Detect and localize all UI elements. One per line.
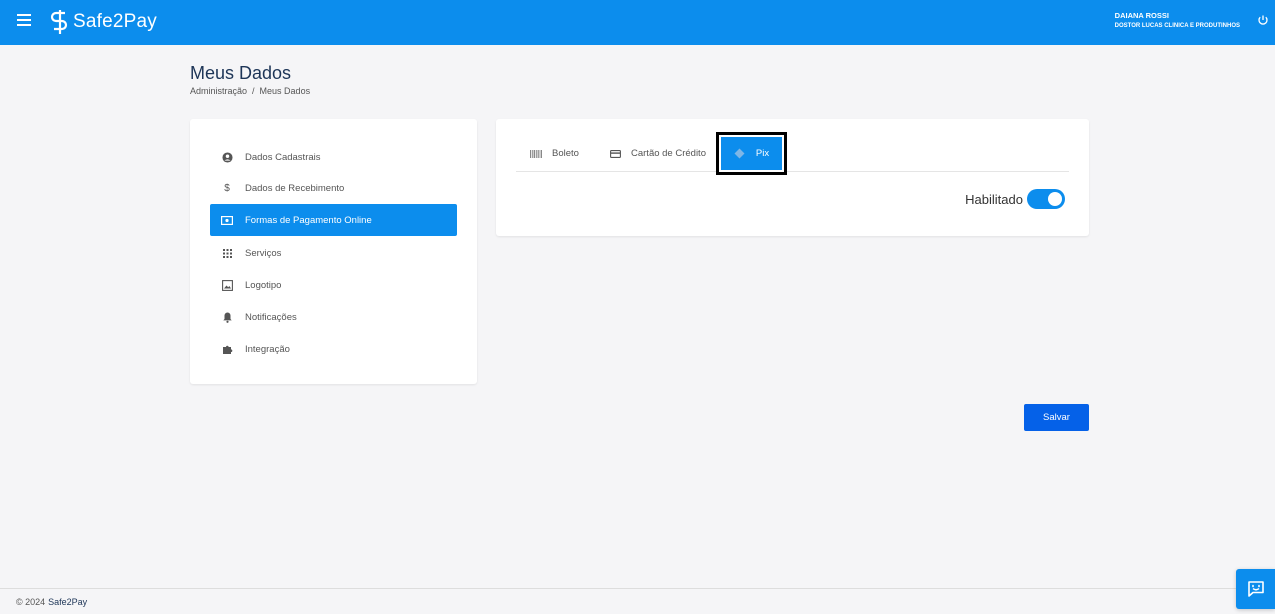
save-button[interactable]: Salvar bbox=[1024, 404, 1089, 431]
money-icon bbox=[220, 213, 234, 227]
tab-label: Pix bbox=[755, 148, 770, 159]
pix-enabled-toggle-group: Habilitado bbox=[965, 189, 1065, 209]
footer-brand: Safe2Pay bbox=[48, 596, 88, 607]
brand-logo[interactable]: Safe2Pay bbox=[49, 9, 157, 35]
barcode-icon bbox=[530, 148, 542, 160]
account-circle-icon bbox=[220, 150, 234, 164]
bell-icon bbox=[220, 310, 234, 324]
tab-pix[interactable]: Pix bbox=[716, 132, 787, 175]
hamburger-menu-icon[interactable] bbox=[17, 14, 31, 28]
safe2pay-logo-icon bbox=[50, 10, 68, 34]
credit-card-icon bbox=[609, 148, 621, 160]
sidebar-item-label: Logotipo bbox=[245, 279, 282, 291]
sidebar-item-dados-de-recebimento[interactable]: $ Dados de Recebimento bbox=[210, 172, 457, 204]
user-company: DOSTOR LUCAS CLINICA E PRODUTINHOS bbox=[1114, 23, 1240, 29]
puzzle-icon bbox=[220, 342, 234, 356]
tab-label: Boleto bbox=[552, 148, 579, 159]
sidebar-item-label: Integração bbox=[245, 343, 290, 355]
toggle-label: Habilitado bbox=[965, 191, 1023, 207]
sidebar-item-logotipo[interactable]: Logotipo bbox=[210, 269, 457, 301]
user-name: DAIANA ROSSI bbox=[1114, 11, 1169, 20]
toggle-knob bbox=[1048, 192, 1062, 206]
breadcrumb-item-administracao[interactable]: Administração bbox=[190, 86, 247, 96]
tab-cartao-de-credito[interactable]: Cartão de Crédito bbox=[609, 135, 706, 172]
chat-support-button[interactable] bbox=[1236, 569, 1275, 609]
pix-icon bbox=[734, 148, 746, 160]
tab-label: Cartão de Crédito bbox=[631, 148, 706, 159]
dollar-icon: $ bbox=[224, 182, 230, 194]
breadcrumb: Administração / Meus Dados bbox=[190, 86, 310, 96]
brand-name: Safe2Pay bbox=[73, 11, 157, 32]
footer: © 2024 Safe2Pay bbox=[0, 588, 1275, 614]
sidebar-item-integracao[interactable]: Integração bbox=[210, 333, 457, 365]
sidebar-item-label: Dados Cadastrais bbox=[245, 151, 321, 163]
tab-boleto[interactable]: Boleto bbox=[530, 135, 579, 172]
breadcrumb-separator: / bbox=[252, 86, 255, 96]
power-icon[interactable] bbox=[1256, 13, 1270, 27]
enabled-toggle[interactable] bbox=[1027, 189, 1065, 209]
sidebar-item-formas-de-pagamento-online[interactable]: Formas de Pagamento Online bbox=[210, 204, 457, 236]
sidebar-item-label: Formas de Pagamento Online bbox=[245, 214, 372, 226]
top-navbar: Safe2Pay DAIANA ROSSI DOSTOR LUCAS CLINI… bbox=[0, 0, 1275, 45]
payment-methods-panel: Boleto Cartão de Crédito Pix Habilitado bbox=[496, 119, 1089, 236]
sidebar-item-notificacoes[interactable]: Notificações bbox=[210, 301, 457, 333]
payment-tabs: Boleto Cartão de Crédito Pix bbox=[516, 132, 1069, 175]
sidebar-item-servicos[interactable]: Serviços bbox=[210, 237, 457, 269]
grid-icon bbox=[220, 246, 234, 260]
image-icon bbox=[220, 278, 234, 292]
breadcrumb-item-meus-dados: Meus Dados bbox=[259, 86, 311, 96]
sidebar-item-label: Dados de Recebimento bbox=[245, 182, 345, 194]
footer-copyright: © 2024 bbox=[16, 596, 46, 607]
chat-icon bbox=[1247, 581, 1264, 597]
sidebar-item-label: Notificações bbox=[245, 311, 297, 323]
settings-sidebar: Dados Cadastrais $ Dados de Recebimento … bbox=[190, 119, 477, 384]
page-title: Meus Dados bbox=[190, 63, 292, 83]
sidebar-item-dados-cadastrais[interactable]: Dados Cadastrais bbox=[210, 141, 457, 173]
user-info: DAIANA ROSSI DOSTOR LUCAS CLINICA E PROD… bbox=[1115, 11, 1240, 31]
sidebar-item-label: Serviços bbox=[245, 247, 282, 259]
